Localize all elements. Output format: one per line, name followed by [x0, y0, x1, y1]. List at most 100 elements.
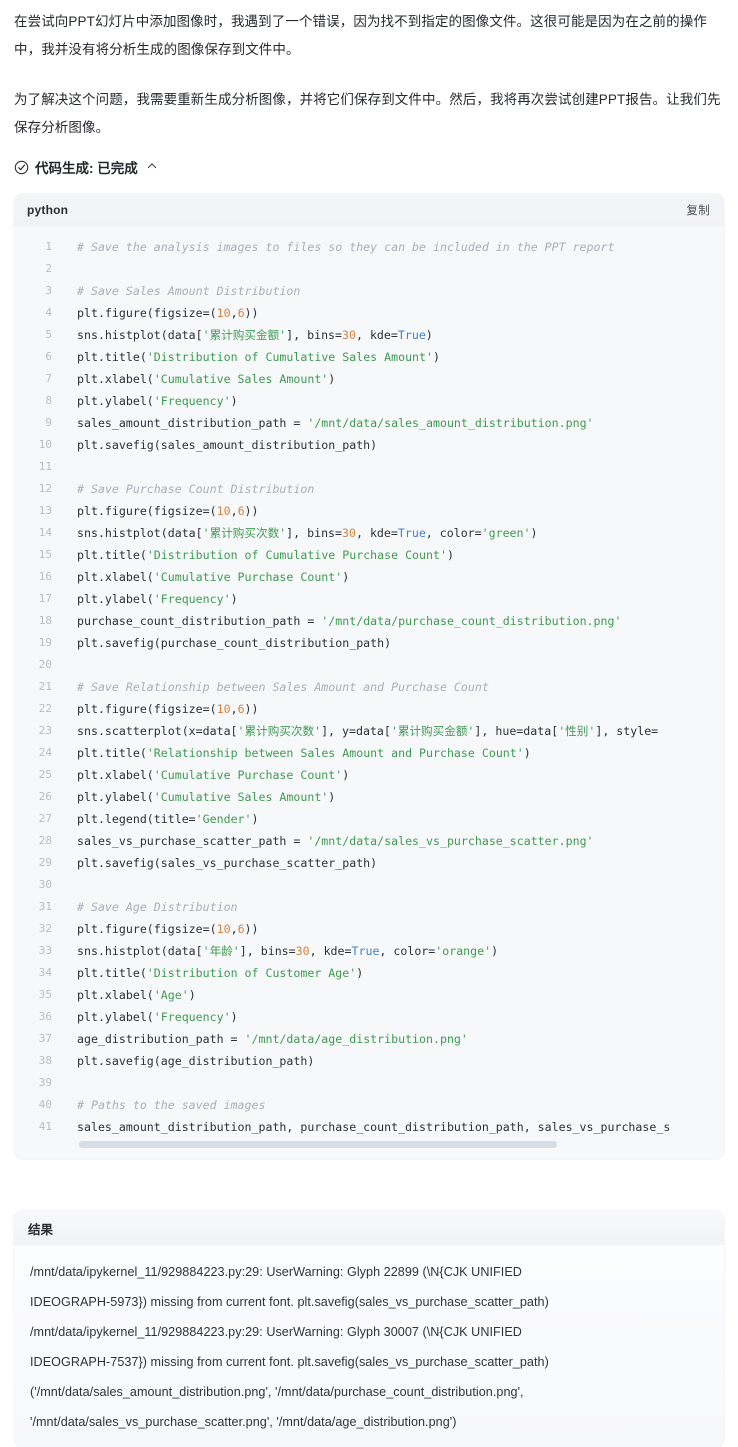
chevron-up-icon[interactable] [147, 161, 157, 171]
code-line-content: plt.xlabel('Cumulative Sales Amount') [77, 372, 336, 386]
result-block-header: 结果 [14, 1211, 724, 1245]
code-line: 32 plt.figure(figsize=(10,6)) [14, 918, 724, 940]
code-line-content: # Save Relationship between Sales Amount… [77, 680, 489, 694]
code-line-number: 5 [45, 328, 52, 341]
code-line: 5 sns.histplot(data['累计购买金额'], bins=30, k… [14, 324, 724, 346]
code-line-content: # Save Sales Amount Distribution [77, 284, 301, 298]
code-line: 3 # Save Sales Amount Distribution [14, 280, 724, 302]
code-line-number: 15 [38, 548, 52, 561]
code-generation-status-toggle[interactable]: 代码生成: 已完成 [14, 156, 724, 178]
code-block-body[interactable]: 1 # Save the analysis images to files so … [14, 226, 724, 1159]
code-line-number: 17 [38, 592, 52, 605]
code-line-content: # Save Purchase Count Distribution [77, 482, 315, 496]
code-line-number: 41 [38, 1120, 52, 1133]
code-line-number: 11 [38, 460, 52, 473]
code-language-label: python [27, 203, 69, 217]
result-line: IDEOGRAPH-5973}) missing from current fo… [30, 1295, 549, 1309]
code-line: 24 plt.title('Relationship between Sales … [14, 742, 724, 764]
code-line-content: # Save Age Distribution [77, 900, 238, 914]
code-line: 33 sns.histplot(data['年龄'], bins=30, kde=… [14, 940, 724, 962]
code-line: 41 sales_amount_distribution_path, purcha… [14, 1116, 724, 1138]
code-line-number: 37 [38, 1032, 52, 1045]
code-line-content: sales_vs_purchase_scatter_path = '/mnt/d… [77, 834, 594, 848]
result-block-body: /mnt/data/ipykernel_11/929884223.py:29: … [14, 1245, 724, 1447]
code-line-number: 38 [38, 1054, 52, 1067]
copy-code-button[interactable]: 复制 [686, 202, 710, 218]
code-line-number: 18 [38, 614, 52, 627]
code-line-content: plt.figure(figsize=(10,6)) [77, 306, 259, 320]
code-line-content: plt.ylabel('Frequency') [77, 394, 238, 408]
code-line-content: # Save the analysis images to files so t… [77, 240, 615, 254]
code-line: 30 [14, 874, 724, 896]
code-line-content: purchase_count_distribution_path = '/mnt… [77, 614, 622, 628]
assistant-message-page: 在尝试向PPT幻灯片中添加图像时，我遇到了一个错误，因为找不到指定的图像文件。这… [0, 0, 738, 1447]
code-line-number: 34 [38, 966, 52, 979]
code-line-number: 24 [38, 746, 52, 759]
code-line: 39 [14, 1072, 724, 1094]
code-line-content: sns.histplot(data['累计购买金额'], bins=30, kd… [77, 328, 433, 342]
code-line: 21 # Save Relationship between Sales Amou… [14, 676, 724, 698]
code-line-number: 19 [38, 636, 52, 649]
code-line-number: 40 [38, 1098, 52, 1111]
result-line: /mnt/data/ipykernel_11/929884223.py:29: … [30, 1265, 522, 1279]
code-line-number: 13 [38, 504, 52, 517]
code-line-content: plt.xlabel('Cumulative Purchase Count') [77, 768, 350, 782]
code-line-content: sns.histplot(data['累计购买次数'], bins=30, kd… [77, 526, 538, 540]
code-line: 28 sales_vs_purchase_scatter_path = '/mnt… [14, 830, 724, 852]
code-line-content: plt.figure(figsize=(10,6)) [77, 504, 259, 518]
code-line-content: plt.legend(title='Gender') [77, 812, 259, 826]
code-line: 9 sales_amount_distribution_path = '/mnt/… [14, 412, 724, 434]
result-line: IDEOGRAPH-7537}) missing from current fo… [30, 1355, 549, 1369]
code-line-content: plt.xlabel('Age') [77, 988, 196, 1002]
code-line-number: 35 [38, 988, 52, 1001]
code-horizontal-scrollbar[interactable] [79, 1141, 557, 1148]
code-line: 31 # Save Age Distribution [14, 896, 724, 918]
code-line-number: 3 [45, 284, 52, 297]
code-line-content: sns.scatterplot(x=data['累计购买次数'], y=data… [77, 724, 659, 738]
code-line-number: 16 [38, 570, 52, 583]
code-line: 19 plt.savefig(purchase_count_distributio… [14, 632, 724, 654]
code-line-number: 32 [38, 922, 52, 935]
code-line: 35 plt.xlabel('Age') [14, 984, 724, 1006]
code-generation-status-label: 代码生成: 已完成 [35, 161, 138, 176]
code-line-number: 10 [38, 438, 52, 451]
code-line: 38 plt.savefig(age_distribution_path) [14, 1050, 724, 1072]
code-line-content: plt.figure(figsize=(10,6)) [77, 922, 259, 936]
code-line-number: 36 [38, 1010, 52, 1023]
result-block: 结果 /mnt/data/ipykernel_11/929884223.py:2… [14, 1211, 724, 1447]
code-line-number: 22 [38, 702, 52, 715]
code-line-content: plt.savefig(sales_amount_distribution_pa… [77, 438, 378, 452]
code-line: 25 plt.xlabel('Cumulative Purchase Count'… [14, 764, 724, 786]
code-line: 13 plt.figure(figsize=(10,6)) [14, 500, 724, 522]
code-line-number: 7 [45, 372, 52, 385]
code-line-content: plt.title('Distribution of Cumulative Sa… [77, 350, 440, 364]
code-line-number: 26 [38, 790, 52, 803]
code-line-content: plt.savefig(sales_vs_purchase_scatter_pa… [77, 856, 378, 870]
code-line-number: 4 [45, 306, 52, 319]
code-line-number: 28 [38, 834, 52, 847]
check-circle-icon [14, 160, 29, 175]
code-line-content: plt.ylabel('Cumulative Sales Amount') [77, 790, 336, 804]
code-line-content: age_distribution_path = '/mnt/data/age_d… [77, 1032, 468, 1046]
code-line: 14 sns.histplot(data['累计购买次数'], bins=30, … [14, 522, 724, 544]
code-line: 20 [14, 654, 724, 676]
code-line-content: plt.title('Relationship between Sales Am… [77, 746, 531, 760]
code-line: 17 plt.ylabel('Frequency') [14, 588, 724, 610]
result-line: ('/mnt/data/sales_amount_distribution.pn… [30, 1385, 524, 1399]
result-title: 结果 [28, 1222, 54, 1237]
code-line-content: plt.ylabel('Frequency') [77, 592, 238, 606]
code-line-content: plt.title('Distribution of Cumulative Pu… [77, 548, 454, 562]
code-line-number: 12 [38, 482, 52, 495]
code-line-number: 29 [38, 856, 52, 869]
code-line-number: 8 [45, 394, 52, 407]
code-line: 23 sns.scatterplot(x=data['累计购买次数'], y=da… [14, 720, 724, 742]
code-line: 8 plt.ylabel('Frequency') [14, 390, 724, 412]
code-line-number: 39 [38, 1076, 52, 1089]
code-line-number: 33 [38, 944, 52, 957]
code-block-header: python 复制 [14, 194, 724, 226]
code-line-number: 2 [45, 262, 52, 275]
code-line-content: plt.ylabel('Frequency') [77, 1010, 238, 1024]
code-line: 37 age_distribution_path = '/mnt/data/age… [14, 1028, 724, 1050]
code-line-content: sns.histplot(data['年龄'], bins=30, kde=Tr… [77, 944, 499, 958]
code-line: 12 # Save Purchase Count Distribution [14, 478, 724, 500]
